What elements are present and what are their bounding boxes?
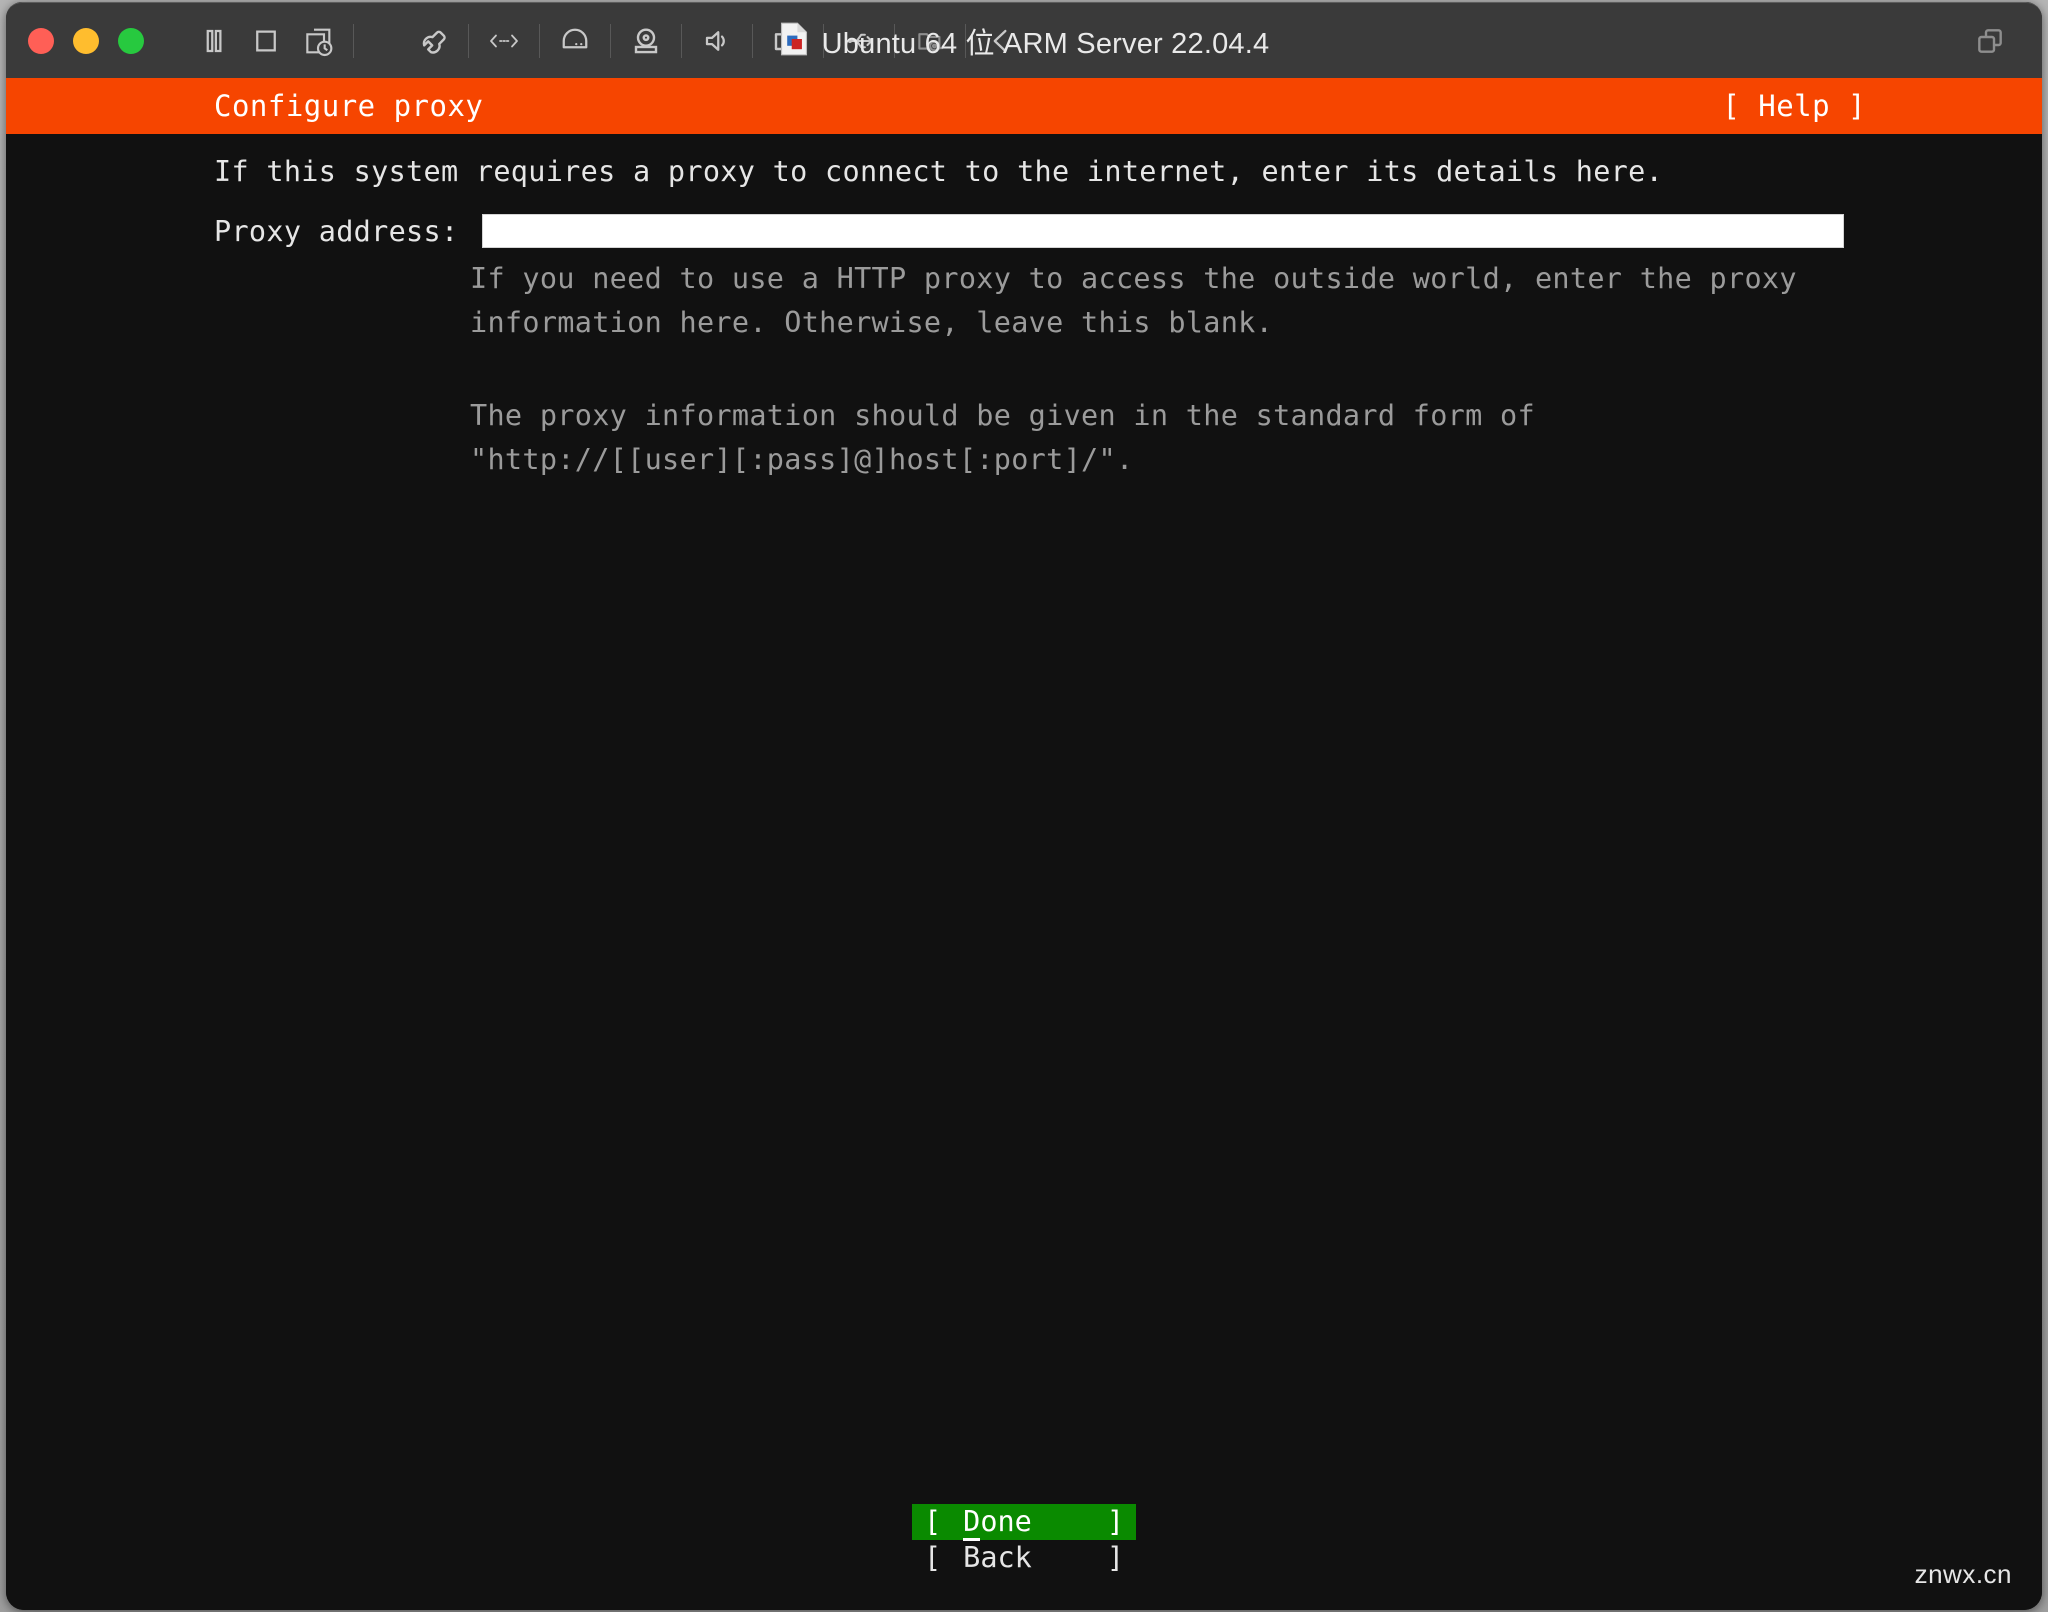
settings-wrench-icon <box>417 25 449 57</box>
toolbar-divider <box>752 23 753 58</box>
back-close-bracket: ] <box>1106 1541 1124 1574</box>
toolbar-divider <box>539 23 540 58</box>
optical-drive-button[interactable] <box>620 14 672 68</box>
vm-window: Ubuntu 64 位 ARM Server 22.04.4 Configure… <box>6 2 2042 1610</box>
stop-button[interactable] <box>240 14 292 68</box>
maximize-button[interactable] <box>118 27 144 54</box>
toolbar-divider <box>894 23 895 58</box>
window-titlebar: Ubuntu 64 位 ARM Server 22.04.4 <box>6 2 2042 78</box>
shared-folder-button[interactable] <box>904 14 956 68</box>
pause-button[interactable] <box>188 14 240 68</box>
snapshot-button[interactable] <box>292 14 344 68</box>
installer-header: Configure proxy [ Help ] <box>6 78 2042 134</box>
done-hotkey: D <box>963 1505 981 1541</box>
window-controls <box>6 27 144 54</box>
toolbar-divider <box>353 23 354 58</box>
toolbar-divider <box>681 23 682 58</box>
harddisk-icon <box>559 26 591 56</box>
proxy-address-input[interactable] <box>482 214 1845 248</box>
help-line: If you need to use a HTTP proxy to acces… <box>470 262 1797 295</box>
network-icon <box>487 26 521 56</box>
installer-actions: [ Done ] [ Back ] <box>6 1504 2042 1576</box>
back-rest: ack <box>980 1541 1032 1574</box>
back-hotkey: B <box>963 1541 981 1574</box>
toolbar-divider <box>965 23 966 58</box>
harddisk-button[interactable] <box>549 14 601 68</box>
shared-folder-icon <box>914 26 946 56</box>
proxy-address-row: Proxy address: <box>6 214 2042 248</box>
done-label: Done <box>941 1504 1107 1541</box>
camera-icon <box>772 27 804 55</box>
network-button[interactable] <box>478 14 530 68</box>
done-close-bracket: ] <box>1106 1505 1124 1538</box>
help-paragraph-2: The proxy information should be given in… <box>6 394 2042 482</box>
intro-row: If this system requires a proxy to conne… <box>6 150 2042 194</box>
proxy-address-label: Proxy address: <box>214 214 459 248</box>
duplicate-windows-icon <box>1974 25 2006 57</box>
page-title: Configure proxy <box>214 89 484 123</box>
minimize-button[interactable] <box>73 27 99 54</box>
sound-icon <box>701 26 733 56</box>
vm-toolbar <box>188 3 1027 79</box>
done-open-bracket: [ <box>924 1505 942 1538</box>
optical-drive-icon <box>630 25 662 57</box>
toolbar-divider <box>468 23 469 58</box>
settings-button[interactable] <box>407 14 459 68</box>
toolbar-divider <box>610 23 611 58</box>
help-line: The proxy information should be given in… <box>470 399 1535 432</box>
back-button[interactable] <box>975 14 1027 68</box>
pause-icon <box>199 26 229 56</box>
snapshot-icon <box>302 25 334 57</box>
done-rest: one <box>980 1505 1032 1538</box>
usb-icon <box>842 27 876 55</box>
installer-body: If this system requires a proxy to conne… <box>6 134 2042 1610</box>
window-extra-controls <box>1964 3 2016 79</box>
toolbar-divider <box>823 23 824 58</box>
duplicate-windows-button[interactable] <box>1964 14 2016 68</box>
help-line: "http://[[user][:pass]@]host[:port]/". <box>470 443 1134 476</box>
help-line: information here. Otherwise, leave this … <box>470 306 1274 339</box>
camera-button[interactable] <box>762 14 814 68</box>
close-button[interactable] <box>28 27 54 54</box>
intro-text: If this system requires a proxy to conne… <box>214 155 1664 188</box>
stop-icon <box>251 26 281 56</box>
sound-button[interactable] <box>691 14 743 68</box>
installer-terminal: Configure proxy [ Help ] If this system … <box>6 78 2042 1610</box>
usb-button[interactable] <box>833 14 885 68</box>
back-open-bracket: [ <box>924 1541 942 1574</box>
back-chevron-icon <box>986 25 1016 57</box>
desktop-background: Ubuntu 64 位 ARM Server 22.04.4 Configure… <box>0 0 2048 1612</box>
help-paragraph-1: If you need to use a HTTP proxy to acces… <box>6 257 2042 345</box>
back-label: Back <box>941 1540 1107 1576</box>
back-menu-button[interactable]: [ Back ] <box>912 1540 1136 1576</box>
site-watermark: znwx.cn <box>1914 1559 2012 1589</box>
done-button[interactable]: [ Done ] <box>912 1504 1136 1541</box>
help-button[interactable]: [ Help ] <box>1722 89 1866 123</box>
